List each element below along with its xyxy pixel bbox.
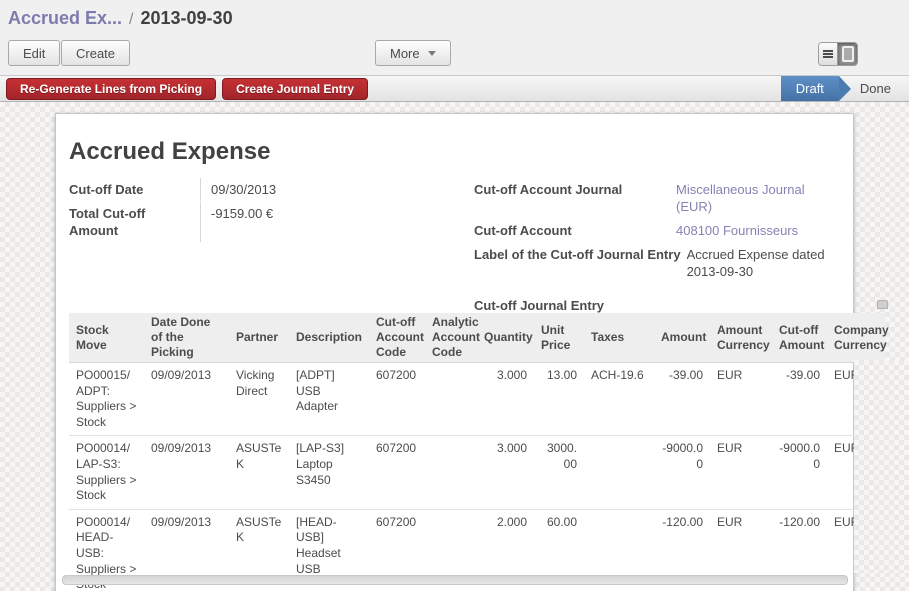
column-header: Quantity: [477, 313, 534, 363]
view-switcher: [818, 42, 858, 66]
column-header: Cut-off Account Code: [369, 313, 425, 363]
status-steps: Draft Done: [781, 76, 901, 101]
horizontal-scrollbar[interactable]: [62, 575, 848, 585]
cell-analytic-account-code: [425, 363, 477, 436]
table-row[interactable]: PO00015/ ADPT: Suppliers > Stock 09/09/2…: [69, 363, 885, 436]
field-value: 09/30/2013: [201, 178, 459, 201]
cell-amount-currency: EUR: [710, 363, 772, 436]
page-title: Accrued Expense: [69, 138, 270, 166]
cell-date-done: 09/09/2013: [144, 436, 229, 509]
regenerate-lines-button[interactable]: Re-Generate Lines from Picking: [6, 78, 216, 100]
cell-unit-price: 13.00: [534, 363, 584, 436]
cell-quantity: 3.000: [477, 436, 534, 509]
field-row-journal-entry-label: Label of the Cut-off Journal Entry Accru…: [474, 243, 842, 283]
cell-amount-currency: EUR: [710, 436, 772, 509]
field-group-left: Cut-off Date 09/30/2013 Total Cut-off Am…: [69, 178, 459, 318]
cutoff-account-link[interactable]: 408100 Fournisseurs: [676, 223, 798, 238]
column-header: Taxes: [584, 313, 654, 363]
field-row-cutoff-date: Cut-off Date 09/30/2013: [69, 178, 459, 201]
cell-taxes: [584, 436, 654, 509]
cell-stock-move: PO00014/ LAP-S3: Suppliers > Stock: [69, 436, 144, 509]
table-header-row: Stock Move Date Done of the Picking Part…: [69, 313, 885, 363]
column-header: Company Currency: [827, 313, 885, 363]
breadcrumb-parent-link[interactable]: Accrued Ex...: [8, 8, 122, 28]
cell-date-done: 09/09/2013: [144, 363, 229, 436]
chevron-down-icon: [428, 51, 436, 56]
cell-unit-price: 3000.00: [534, 436, 584, 509]
status-bar: Re-Generate Lines from Picking Create Jo…: [0, 75, 909, 102]
table-row[interactable]: PO00014/ LAP-S3: Suppliers > Stock 09/09…: [69, 436, 885, 509]
field-value: -9159.00 €: [201, 202, 459, 242]
edit-button[interactable]: Edit: [8, 40, 60, 66]
form-sheet: Accrued Expense Cut-off Date 09/30/2013 …: [55, 113, 854, 591]
field-row-total-cutoff-amount: Total Cut-off Amount -9159.00 €: [69, 202, 459, 242]
cell-amount: -9000.00: [654, 436, 710, 509]
field-row-cutoff-account: Cut-off Account 408100 Fournisseurs: [474, 219, 842, 242]
field-label: Cut-off Account Journal: [474, 178, 676, 218]
field-row-cutoff-account-journal: Cut-off Account Journal Miscellaneous Jo…: [474, 178, 842, 218]
form-icon: [842, 46, 854, 62]
cell-description: [LAP-S3] Laptop S3450: [289, 436, 369, 509]
status-step-draft[interactable]: Draft: [781, 76, 839, 101]
status-step-done[interactable]: Done: [850, 76, 901, 101]
breadcrumb-current: 2013-09-30: [141, 8, 233, 28]
cell-partner: ASUSTeK: [229, 436, 289, 509]
column-header: Unit Price: [534, 313, 584, 363]
field-label: Total Cut-off Amount: [69, 202, 201, 242]
field-value: Miscellaneous Journal (EUR): [676, 178, 842, 218]
vertical-scrollbar-stub[interactable]: [877, 300, 888, 309]
create-journal-entry-button[interactable]: Create Journal Entry: [222, 78, 368, 100]
breadcrumb-separator: /: [122, 11, 140, 28]
more-label: More: [390, 46, 420, 61]
list-icon: [823, 50, 833, 58]
column-header: Stock Move: [69, 313, 144, 363]
cell-amount: -39.00: [654, 363, 710, 436]
top-bar: Accrued Ex.../2013-09-30 Edit Create Mor…: [0, 0, 909, 75]
status-step-draft-label: Draft: [796, 81, 824, 96]
field-label: Cut-off Account: [474, 219, 676, 242]
cell-cutoff-amount: -9000.00: [772, 436, 827, 509]
cell-cutoff-amount: -39.00: [772, 363, 827, 436]
column-header: Amount Currency: [710, 313, 772, 363]
column-header: Partner: [229, 313, 289, 363]
column-header: Analytic Account Code: [425, 313, 477, 363]
field-group-right: Cut-off Account Journal Miscellaneous Jo…: [474, 178, 842, 318]
create-button[interactable]: Create: [61, 40, 130, 66]
field-label: Label of the Cut-off Journal Entry: [474, 243, 687, 283]
more-button[interactable]: More: [375, 40, 451, 66]
field-value: Accrued Expense dated 2013-09-30: [687, 243, 842, 283]
cell-cutoff-account-code: 607200: [369, 363, 425, 436]
cell-taxes: ACH-19.6: [584, 363, 654, 436]
breadcrumb: Accrued Ex.../2013-09-30: [8, 8, 233, 29]
cell-stock-move: PO00015/ ADPT: Suppliers > Stock: [69, 363, 144, 436]
status-step-done-label: Done: [860, 81, 891, 96]
column-header: Amount: [654, 313, 710, 363]
column-header: Date Done of the Picking: [144, 313, 229, 363]
cutoff-account-journal-link[interactable]: Miscellaneous Journal (EUR): [676, 182, 805, 214]
field-groups: Cut-off Date 09/30/2013 Total Cut-off Am…: [69, 178, 842, 318]
field-value: 408100 Fournisseurs: [676, 219, 842, 242]
toolbar: Edit Create More: [8, 40, 901, 68]
form-view-button[interactable]: [838, 43, 857, 65]
cell-quantity: 3.000: [477, 363, 534, 436]
table-overflow-clip: [854, 360, 909, 573]
cell-analytic-account-code: [425, 436, 477, 509]
column-header: Description: [289, 313, 369, 363]
cutoff-lines-table: Stock Move Date Done of the Picking Part…: [69, 313, 885, 591]
cell-cutoff-account-code: 607200: [369, 436, 425, 509]
list-view-button[interactable]: [819, 43, 838, 65]
column-header: Cut-off Amount: [772, 313, 827, 363]
cell-partner: Vicking Direct: [229, 363, 289, 436]
cell-description: [ADPT] USB Adapter: [289, 363, 369, 436]
content-background: Accrued Expense Cut-off Date 09/30/2013 …: [0, 102, 909, 591]
field-label: Cut-off Date: [69, 178, 201, 201]
screen: Accrued Ex.../2013-09-30 Edit Create Mor…: [0, 0, 909, 591]
